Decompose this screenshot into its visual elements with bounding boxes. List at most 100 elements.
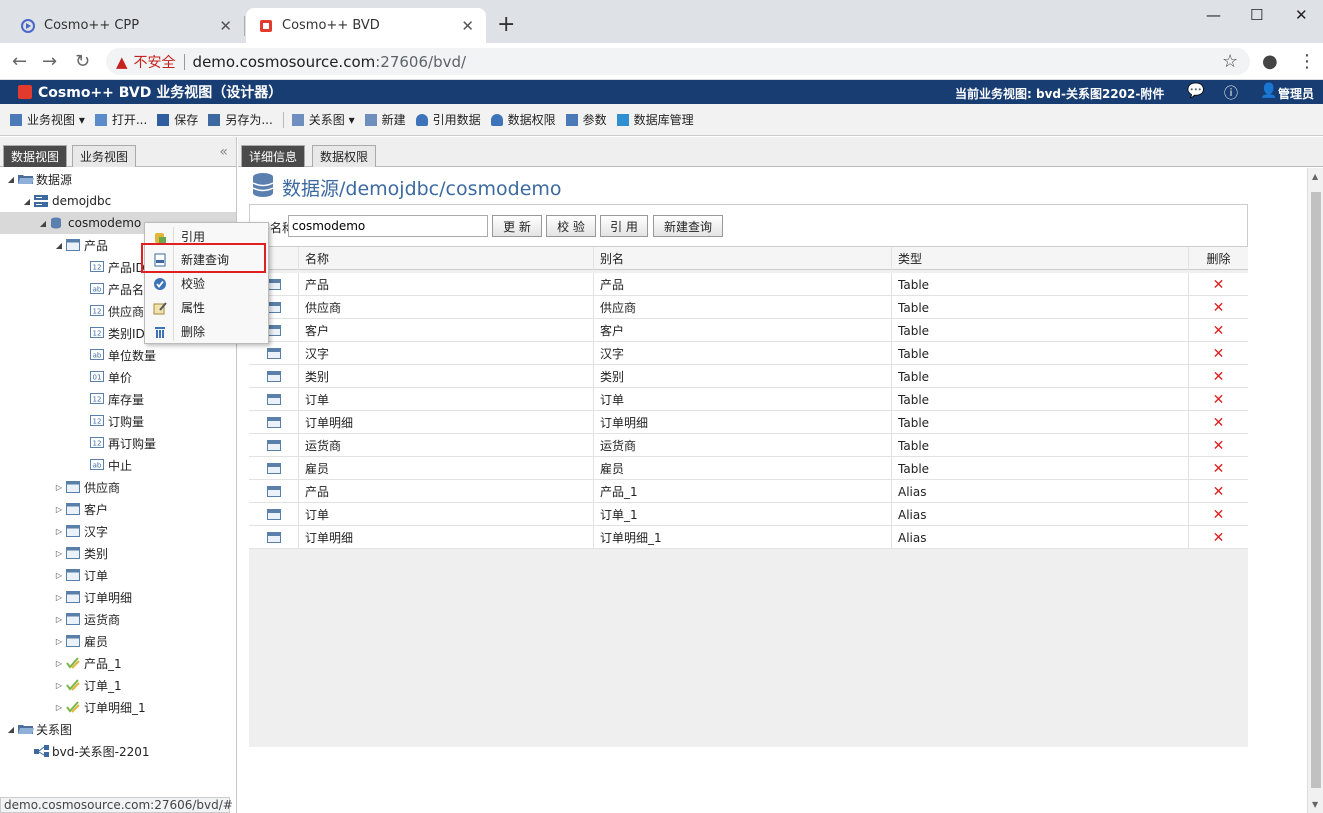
user-name[interactable]: 管理员 [1278,85,1314,102]
business-view-menu-button[interactable]: 业务视图 ▾ [10,111,85,128]
tree-node[interactable]: ▷ 汉字 [0,520,108,542]
delete-row-icon[interactable]: ✕ [1213,392,1225,408]
column-header-alias[interactable]: 别名 [594,247,892,270]
tree-node[interactable]: 12 订购量 [0,410,144,432]
collapsed-arrow-icon[interactable]: ▷ [54,527,64,536]
collapsed-arrow-icon[interactable]: ▷ [54,483,64,492]
column-header-name[interactable]: 名称 [299,247,594,270]
expanded-arrow-icon[interactable]: ◢ [38,219,48,228]
tab-data-permission[interactable]: 数据权限 [312,145,377,167]
validate-button[interactable]: 校 验 [546,215,596,237]
tree-node[interactable]: 12 类别ID [0,322,145,344]
delete-row-icon[interactable]: ✕ [1213,346,1225,362]
menu-item-delete[interactable]: 删除 [145,320,268,343]
tree-node[interactable]: 12 再订购量 [0,432,156,454]
tree-node[interactable]: 12 库存量 [0,388,144,410]
tree-node[interactable]: ▷ 订单_1 [0,674,122,696]
table-row[interactable]: 客户 客户 Table ✕ [249,319,1248,342]
tab-details[interactable]: 详细信息 [241,145,306,167]
minimize-window-button[interactable]: — [1206,6,1221,24]
scroll-down-icon[interactable]: ▼ [1312,800,1318,809]
expanded-arrow-icon[interactable]: ◢ [22,197,32,206]
column-header-type[interactable]: 类型 [892,247,1189,270]
collapsed-arrow-icon[interactable]: ▷ [54,593,64,602]
parameter-button[interactable]: 参数 [565,111,607,128]
info-icon[interactable]: ⓘ [1224,83,1238,103]
update-button[interactable]: 更 新 [492,215,542,237]
maximize-window-button[interactable]: ☐ [1250,6,1263,24]
tree-node[interactable]: ◢ 关系图 [0,718,72,740]
delete-row-icon[interactable]: ✕ [1213,484,1225,500]
profile-avatar-icon[interactable]: ● [1262,51,1278,72]
tree-node[interactable]: ◢ demojdbc [0,190,111,212]
tree-node[interactable]: bvd-关系图-2201 [0,740,150,762]
tree-node[interactable]: ◢ 产品 [0,234,108,256]
table-row[interactable]: 类别 类别 Table ✕ [249,365,1248,388]
table-row[interactable]: 订单 订单 Table ✕ [249,388,1248,411]
collapsed-arrow-icon[interactable]: ▷ [54,681,64,690]
collapsed-arrow-icon[interactable]: ▷ [54,703,64,712]
delete-row-icon[interactable]: ✕ [1213,415,1225,431]
tree-node[interactable]: ◢ 数据源 [0,168,72,190]
tree-node[interactable]: ▷ 供应商 [0,476,120,498]
tree-node[interactable]: 12 供应商ID [0,300,157,322]
table-row[interactable]: 雇员 雇员 Table ✕ [249,457,1248,480]
tab-data-view[interactable]: 数据视图 [3,145,68,167]
collapsed-arrow-icon[interactable]: ▷ [54,615,64,624]
tree-node[interactable]: ▷ 运货商 [0,608,120,630]
tree-node[interactable]: ab 中止 [0,454,132,476]
close-tab-icon[interactable]: ✕ [219,17,232,35]
close-tab-icon[interactable]: ✕ [461,17,474,35]
collapsed-arrow-icon[interactable]: ▷ [54,659,64,668]
expanded-arrow-icon[interactable]: ◢ [6,175,16,184]
expanded-arrow-icon[interactable]: ◢ [6,725,16,734]
menu-item-properties[interactable]: 属性 [145,296,268,319]
expanded-arrow-icon[interactable]: ◢ [54,241,64,250]
back-arrow-icon[interactable]: ← [12,51,27,72]
browser-menu-icon[interactable]: ⋮ [1298,51,1316,72]
tree-node[interactable]: 01 单价 [0,366,132,388]
scrollbar-thumb[interactable] [1311,192,1321,788]
tree-node[interactable]: ab 产品名称 [0,278,156,300]
collapsed-arrow-icon[interactable]: ▷ [54,505,64,514]
chat-icon[interactable]: 💬 [1187,83,1204,99]
table-row[interactable]: 供应商 供应商 Table ✕ [249,296,1248,319]
diagram-menu-button[interactable]: 关系图 ▾ [291,111,355,128]
collapsed-arrow-icon[interactable]: ▷ [54,571,64,580]
browser-tab-cpp[interactable]: Cosmo++ CPP ✕ [8,8,244,43]
reference-data-button[interactable]: 引用数据 [415,111,481,128]
table-row[interactable]: 订单明细 订单明细_1 Alias ✕ [249,526,1248,549]
table-row[interactable]: 产品 产品_1 Alias ✕ [249,480,1248,503]
collapsed-arrow-icon[interactable]: ▷ [54,637,64,646]
new-tab-button[interactable]: + [497,12,515,37]
forward-arrow-icon[interactable]: → [42,51,57,72]
collapsed-arrow-icon[interactable]: ▷ [54,549,64,558]
tree-node[interactable]: ▷ 订单明细_1 [0,696,146,718]
bookmark-star-icon[interactable]: ☆ [1222,51,1238,72]
scroll-up-icon[interactable]: ▲ [1312,172,1318,181]
tree-node[interactable]: ▷ 雇员 [0,630,108,652]
delete-row-icon[interactable]: ✕ [1213,507,1225,523]
table-row[interactable]: 产品 产品 Table ✕ [249,273,1248,296]
name-input[interactable] [288,215,488,237]
delete-row-icon[interactable]: ✕ [1213,438,1225,454]
new-query-button[interactable]: 新建查询 [653,215,723,237]
delete-row-icon[interactable]: ✕ [1213,277,1225,293]
tree-node[interactable]: ab 单位数量 [0,344,156,366]
menu-item-validate[interactable]: 校验 [145,272,268,295]
new-button[interactable]: 新建 [364,111,406,128]
collapse-panel-icon[interactable]: « [219,144,228,160]
browser-tab-bvd[interactable]: Cosmo++ BVD ✕ [246,8,486,43]
table-row[interactable]: 订单明细 订单明细 Table ✕ [249,411,1248,434]
delete-row-icon[interactable]: ✕ [1213,461,1225,477]
database-manage-button[interactable]: 数据库管理 [616,111,694,128]
save-as-button[interactable]: 另存为... [208,111,273,128]
tree-node[interactable]: ▷ 客户 [0,498,108,520]
data-permission-button[interactable]: 数据权限 [490,111,556,128]
reference-button[interactable]: 引 用 [600,215,648,237]
table-row[interactable]: 订单 订单_1 Alias ✕ [249,503,1248,526]
save-button[interactable]: 保存 [157,111,198,128]
delete-row-icon[interactable]: ✕ [1213,300,1225,316]
tree-node[interactable]: ▷ 订单 [0,564,108,586]
reload-icon[interactable]: ↻ [75,51,90,72]
